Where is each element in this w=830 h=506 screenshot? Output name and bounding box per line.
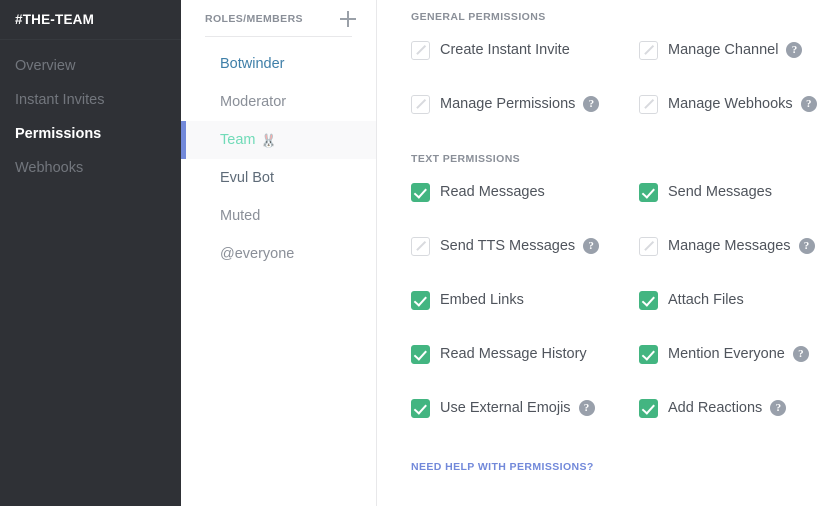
role-item-muted[interactable]: Muted	[181, 197, 376, 235]
help-question-icon[interactable]: ?	[583, 96, 600, 112]
roles-members-header: ROLES/MEMBERS	[181, 4, 376, 34]
permission-row-use-external-emojis[interactable]: Use External Emojis ?	[411, 381, 639, 435]
permission-row-mention-everyone[interactable]: Mention Everyone ?	[639, 327, 830, 381]
sidebar-header: #THE-TEAM	[0, 0, 181, 40]
permission-label: Attach Files	[668, 292, 744, 308]
text-permissions-grid: Read Messages Send Messages Send TTS Mes…	[411, 165, 830, 435]
sidebar-item-label: Permissions	[15, 126, 102, 142]
sidebar-item-instant-invites[interactable]: Instant Invites	[0, 83, 181, 117]
role-label: Botwinder	[220, 56, 285, 72]
role-label: Moderator	[220, 94, 287, 110]
permission-label: Use External Emojis	[440, 400, 571, 416]
role-label: @everyone	[220, 246, 295, 262]
sidebar-item-permissions[interactable]: Permissions	[0, 117, 181, 151]
sidebar-item-webhooks[interactable]: Webhooks	[0, 151, 181, 185]
permission-row-attach-files[interactable]: Attach Files	[639, 273, 830, 327]
general-permissions-grid: Create Instant Invite Manage Channel ? M…	[411, 23, 830, 131]
checkbox-checked-icon[interactable]	[411, 398, 430, 418]
role-label: Muted	[220, 208, 261, 224]
permission-row-add-reactions[interactable]: Add Reactions ?	[639, 381, 830, 435]
checkbox-neutral-icon[interactable]	[411, 40, 430, 60]
help-question-icon[interactable]: ?	[770, 400, 787, 416]
permission-label: Send Messages	[668, 184, 772, 200]
role-item-evul-bot[interactable]: Evul Bot	[181, 159, 376, 197]
permission-row-manage-channel[interactable]: Manage Channel ?	[639, 23, 830, 77]
permission-label: Manage Messages	[668, 238, 791, 254]
sidebar-item-label: Instant Invites	[15, 92, 105, 108]
role-item-botwinder[interactable]: Botwinder	[181, 45, 376, 83]
permissions-content: GENERAL PERMISSIONS Create Instant Invit…	[377, 0, 830, 506]
plus-icon[interactable]	[340, 11, 356, 27]
sidebar-item-label: Webhooks	[15, 160, 84, 176]
checkbox-neutral-icon[interactable]	[639, 40, 658, 60]
permission-row-manage-webhooks[interactable]: Manage Webhooks ?	[639, 77, 830, 131]
role-item-team[interactable]: Team 🐰	[181, 121, 376, 159]
roles-members-panel: ROLES/MEMBERS Botwinder Moderator Team 🐰…	[181, 0, 377, 506]
permission-label: Manage Permissions	[440, 96, 576, 112]
channel-title: #THE-TEAM	[15, 12, 95, 27]
need-help-with-permissions-link[interactable]: NEED HELP WITH PERMISSIONS?	[411, 461, 594, 473]
roles-list: Botwinder Moderator Team 🐰 Evul Bot Mute…	[181, 37, 376, 273]
checkbox-neutral-icon[interactable]	[411, 236, 430, 256]
permission-row-manage-permissions[interactable]: Manage Permissions ?	[411, 77, 639, 131]
roles-members-title: ROLES/MEMBERS	[205, 13, 303, 25]
checkbox-checked-icon[interactable]	[411, 182, 430, 202]
general-permissions-heading: GENERAL PERMISSIONS	[411, 11, 546, 23]
permission-label: Manage Webhooks	[668, 96, 793, 112]
role-label: Team	[220, 132, 256, 148]
permission-row-send-tts-messages[interactable]: Send TTS Messages ?	[411, 219, 639, 273]
help-question-icon[interactable]: ?	[786, 42, 803, 58]
checkbox-neutral-icon[interactable]	[639, 236, 658, 256]
role-item-everyone[interactable]: @everyone	[181, 235, 376, 273]
help-question-icon[interactable]: ?	[798, 238, 815, 254]
permission-label: Manage Channel	[668, 42, 779, 58]
checkbox-neutral-icon[interactable]	[639, 94, 658, 114]
rabbit-emoji-icon: 🐰	[260, 132, 277, 148]
settings-sidebar: #THE-TEAM Overview Instant Invites Permi…	[0, 0, 181, 506]
permission-label: Mention Everyone	[668, 346, 785, 362]
permission-row-embed-links[interactable]: Embed Links	[411, 273, 639, 327]
permission-row-read-messages[interactable]: Read Messages	[411, 165, 639, 219]
role-item-moderator[interactable]: Moderator	[181, 83, 376, 121]
checkbox-checked-icon[interactable]	[411, 344, 430, 364]
checkbox-checked-icon[interactable]	[639, 398, 658, 418]
permission-label: Read Messages	[440, 184, 545, 200]
permissions-settings-window: #THE-TEAM Overview Instant Invites Permi…	[0, 0, 830, 506]
permission-label: Embed Links	[440, 292, 524, 308]
checkbox-checked-icon[interactable]	[639, 344, 658, 364]
permission-label: Read Message History	[440, 346, 587, 362]
help-question-icon[interactable]: ?	[792, 346, 809, 362]
permission-row-manage-messages[interactable]: Manage Messages ?	[639, 219, 830, 273]
permission-row-read-message-history[interactable]: Read Message History	[411, 327, 639, 381]
permission-row-send-messages[interactable]: Send Messages	[639, 165, 830, 219]
permission-label: Add Reactions	[668, 400, 763, 416]
help-question-icon[interactable]: ?	[800, 96, 817, 112]
checkbox-neutral-icon[interactable]	[411, 94, 430, 114]
role-label: Evul Bot	[220, 170, 274, 186]
text-permissions-heading: TEXT PERMISSIONS	[411, 153, 521, 165]
permission-label: Create Instant Invite	[440, 42, 570, 58]
help-question-icon[interactable]: ?	[583, 238, 600, 254]
help-question-icon[interactable]: ?	[578, 400, 595, 416]
permission-label: Send TTS Messages	[440, 238, 576, 254]
checkbox-checked-icon[interactable]	[411, 290, 430, 310]
sidebar-item-label: Overview	[15, 58, 76, 74]
permissions-help-footer: NEED HELP WITH PERMISSIONS?	[411, 457, 830, 475]
sidebar-nav: Overview Instant Invites Permissions Web…	[0, 40, 181, 185]
checkbox-checked-icon[interactable]	[639, 290, 658, 310]
sidebar-item-overview[interactable]: Overview	[0, 49, 181, 83]
checkbox-checked-icon[interactable]	[639, 182, 658, 202]
permission-row-create-instant-invite[interactable]: Create Instant Invite	[411, 23, 639, 77]
